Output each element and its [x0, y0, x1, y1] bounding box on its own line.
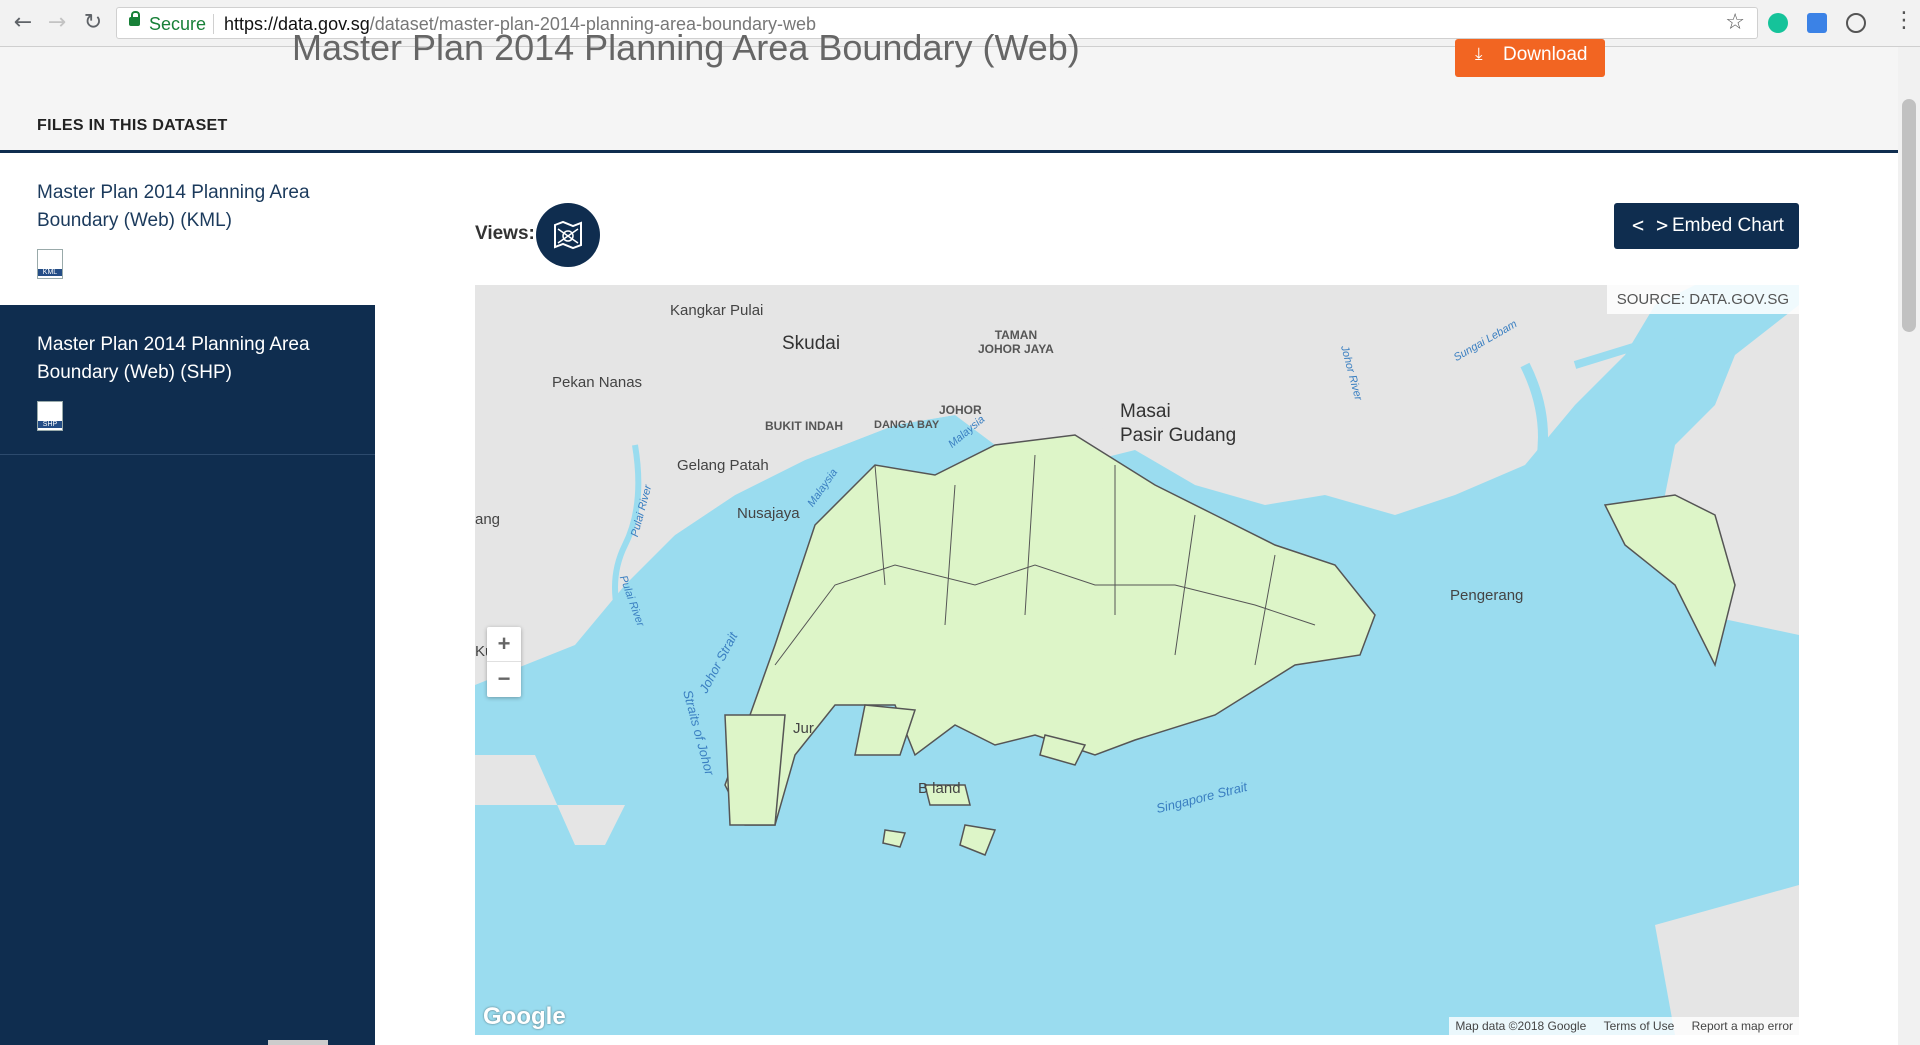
map-view-button[interactable] — [536, 203, 600, 267]
report-error-link[interactable]: Report a map error — [1692, 1019, 1793, 1033]
download-button[interactable]: ⤓ Download — [1455, 39, 1605, 77]
grammarly-extension-icon[interactable] — [1768, 13, 1788, 33]
extension-circle-icon[interactable] — [1846, 13, 1866, 33]
zoom-control: + − — [487, 627, 521, 697]
shp-file-icon: SHP — [37, 401, 63, 431]
google-logo[interactable]: Google — [483, 1003, 566, 1031]
zoom-in-button[interactable]: + — [487, 627, 521, 661]
place-label: B land — [918, 780, 961, 797]
file-item-kml[interactable]: Master Plan 2014 Planning Area Boundary … — [0, 153, 375, 305]
secure-label: Secure — [149, 14, 207, 34]
embed-label: Embed Chart — [1672, 215, 1784, 236]
place-label: Pengerang — [1450, 587, 1524, 604]
code-icon: < > — [1632, 213, 1669, 237]
page-title: Master Plan 2014 Planning Area Boundary … — [292, 27, 1080, 68]
embed-chart-button[interactable]: < > Embed Chart — [1614, 203, 1799, 249]
place-label: Kangkar Pulai — [670, 302, 764, 319]
place-label: BUKIT INDAH — [765, 419, 843, 433]
download-icon: ⤓ — [1475, 44, 1483, 64]
place-label: Skudai — [782, 333, 841, 354]
files-heading: FILES IN THIS DATASET — [37, 117, 228, 134]
dataset-header: Master Plan 2014 Planning Area Boundary … — [0, 27, 1898, 150]
place-label: TAMAN JOHOR JAYA — [978, 328, 1054, 356]
lock-icon — [129, 11, 140, 26]
place-label: Masai — [1120, 401, 1171, 422]
map-view[interactable]: Kangkar Pulai Skudai TAMAN JOHOR JAYA Pe… — [475, 285, 1799, 1035]
place-label: DANGA BAY — [874, 419, 940, 431]
file-title: Master Plan 2014 Planning Area Boundary … — [37, 182, 310, 231]
scrollbar-thumb[interactable] — [1902, 99, 1916, 332]
reload-icon[interactable]: ↻ — [78, 8, 108, 38]
browser-menu-icon[interactable]: ⋮ — [1893, 8, 1915, 33]
download-label: Download — [1503, 44, 1588, 65]
forward-icon[interactable]: → — [42, 8, 72, 38]
file-item-shp[interactable]: Master Plan 2014 Planning Area Boundary … — [0, 305, 375, 455]
jurong-island — [724, 714, 786, 826]
map-data-credit: Map data ©2018 Google — [1455, 1019, 1587, 1033]
back-icon[interactable]: ← — [8, 8, 38, 38]
map-canvas[interactable] — [475, 285, 1799, 1035]
kml-file-icon: KML — [37, 249, 63, 279]
place-label: JOHOR — [939, 403, 982, 417]
divider — [268, 1040, 328, 1045]
map-source-label: SOURCE: DATA.GOV.SG — [1606, 285, 1799, 314]
island — [882, 829, 907, 848]
place-label: Jur — [793, 720, 814, 737]
place-label: Gelang Patah — [677, 457, 769, 474]
extension-icon[interactable] — [1807, 13, 1827, 33]
place-label: Nusajaya — [737, 505, 800, 522]
views-label: Views: — [475, 223, 535, 244]
bookmark-star-icon[interactable]: ☆ — [1725, 10, 1745, 35]
terms-link[interactable]: Terms of Use — [1604, 1019, 1675, 1033]
place-label: Pekan Nanas — [552, 374, 643, 391]
file-title: Master Plan 2014 Planning Area Boundary … — [37, 334, 310, 383]
map-attribution: Map data ©2018 Google Terms of Use Repor… — [1449, 1017, 1799, 1035]
page-scrollbar[interactable] — [1898, 47, 1920, 1045]
map-view-icon — [554, 220, 582, 250]
place-label: Pasir Gudang — [1120, 425, 1237, 446]
place-label: ang — [475, 511, 501, 528]
zoom-out-button[interactable]: − — [487, 662, 521, 696]
divider — [213, 14, 214, 34]
